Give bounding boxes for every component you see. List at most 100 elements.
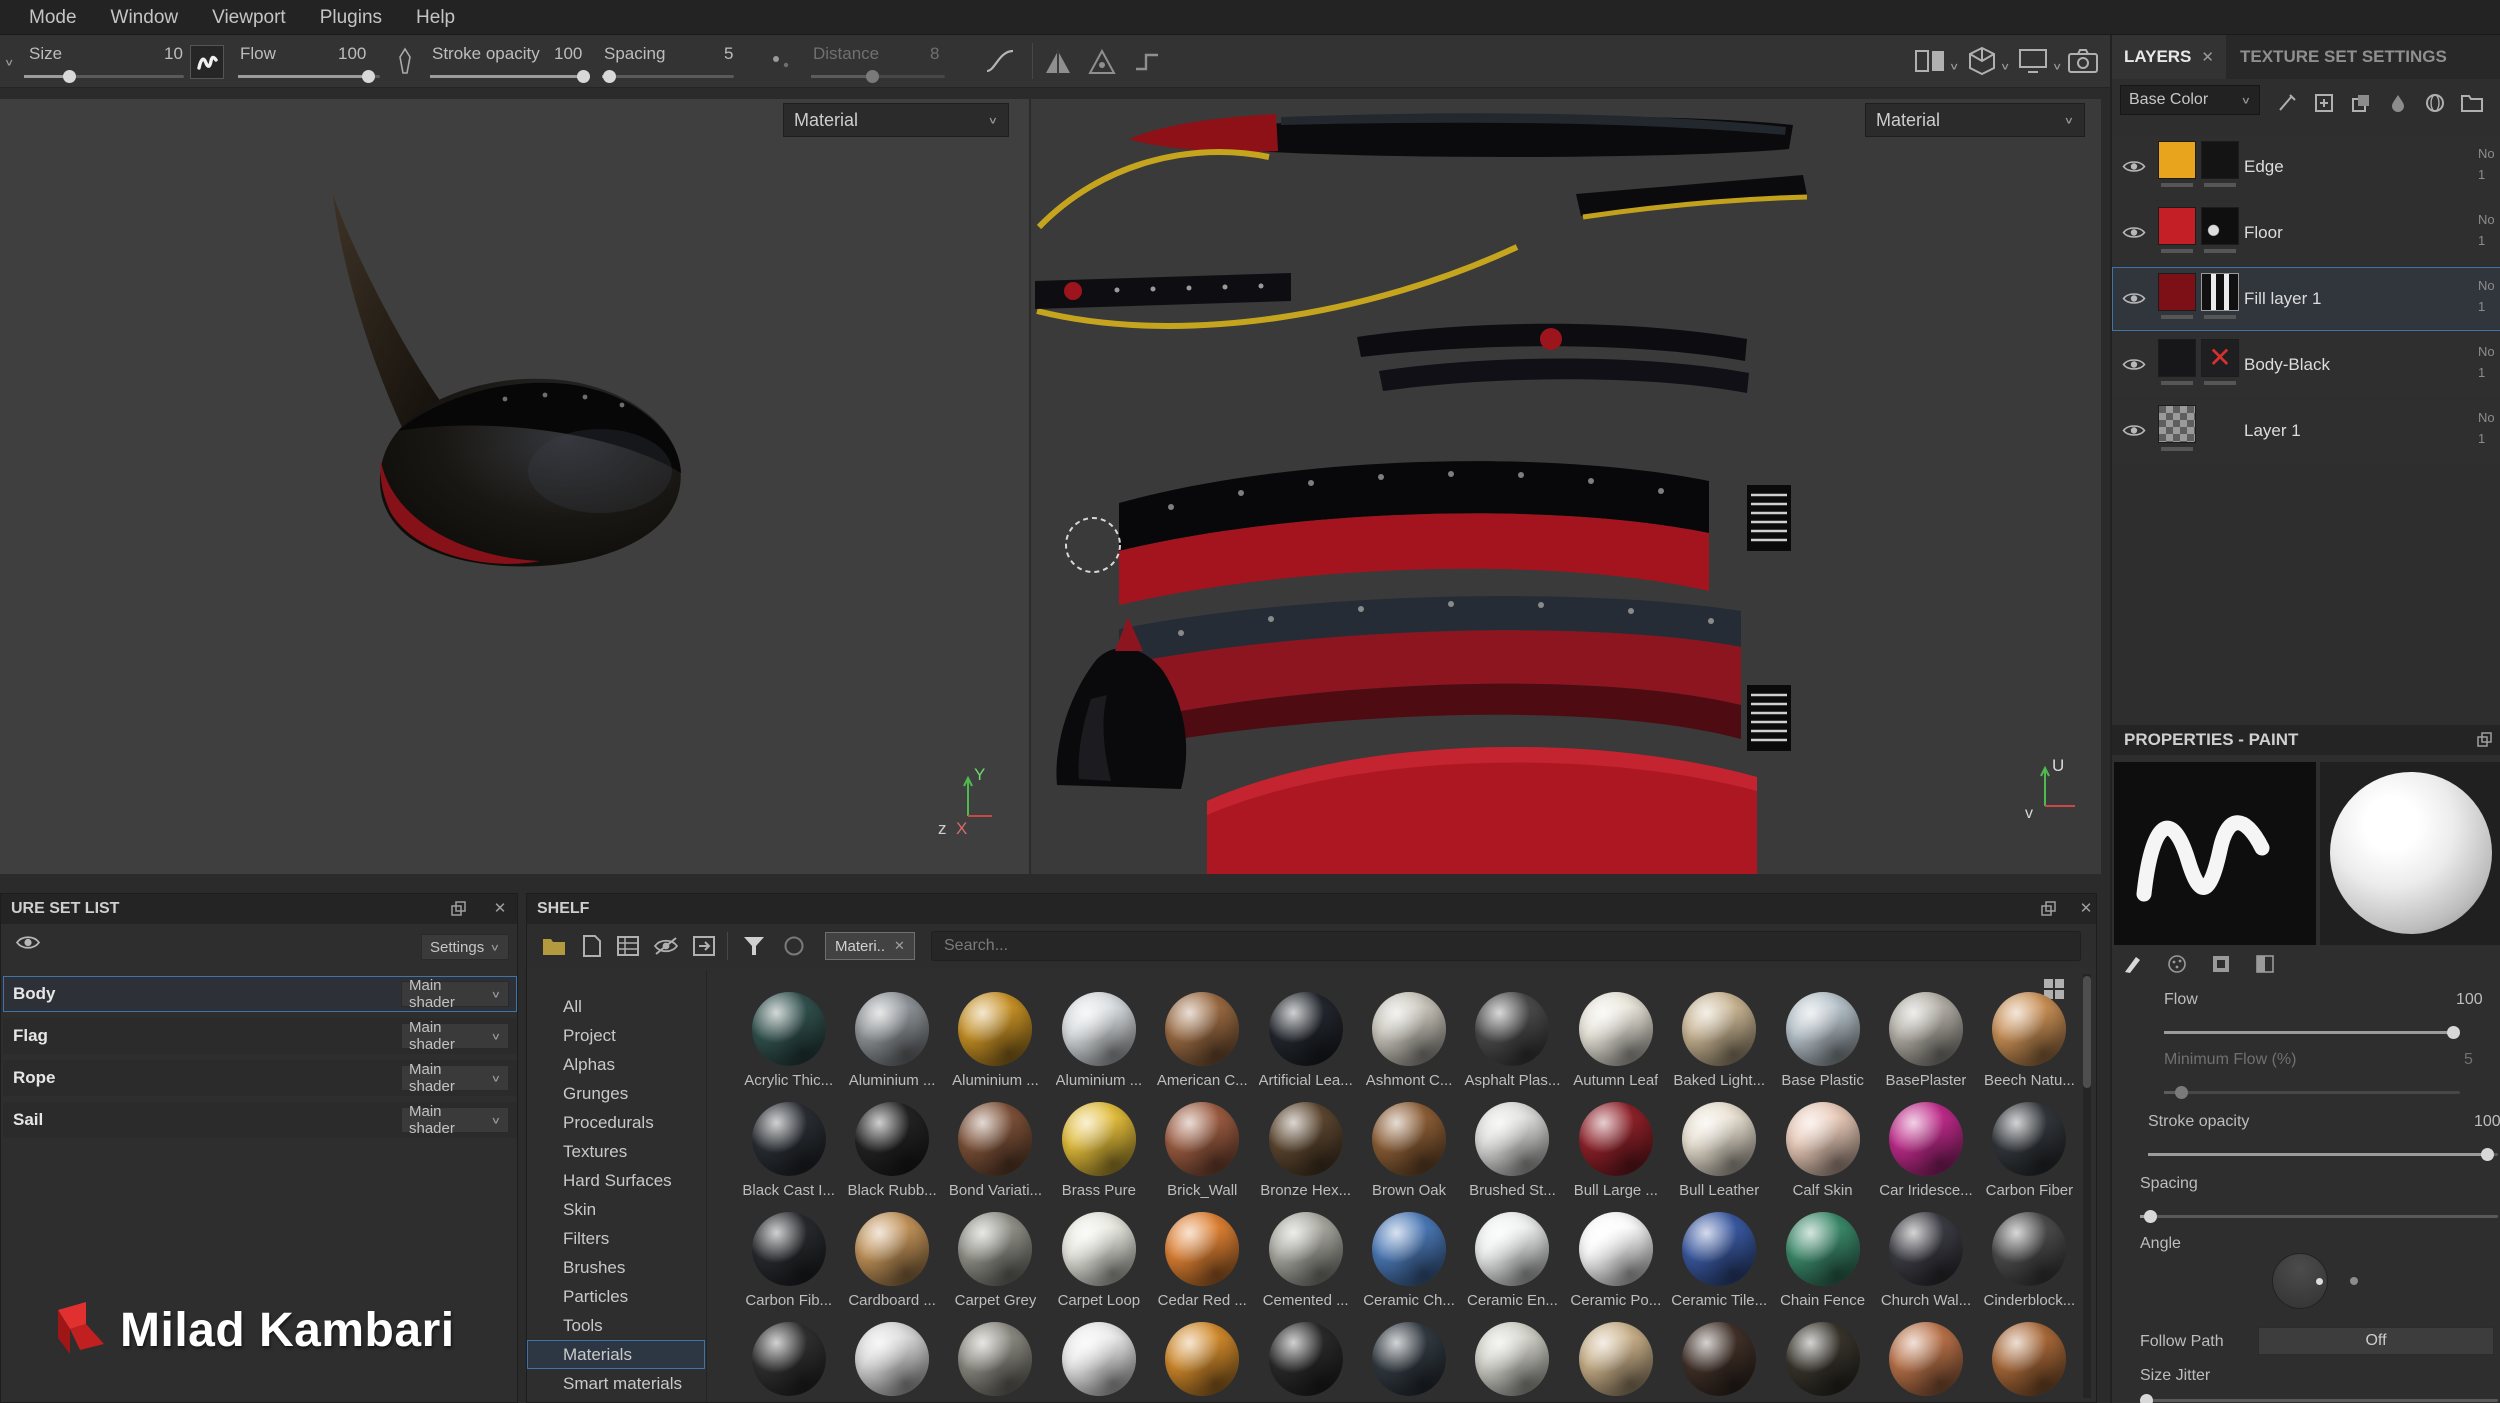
- menu-item-mode[interactable]: Mode: [12, 0, 94, 35]
- material-item[interactable]: Cinderblock...: [1978, 1212, 2081, 1322]
- stencil-tab-icon[interactable]: [2252, 953, 2278, 975]
- new-resource-icon[interactable]: [577, 932, 607, 960]
- layer-content-thumbnail[interactable]: [2158, 273, 2196, 311]
- filter-funnel-icon[interactable]: [739, 932, 769, 960]
- stroke-opacity-slider[interactable]: [430, 75, 590, 78]
- material-item[interactable]: Bull Large ...: [1564, 1102, 1667, 1212]
- material-item[interactable]: Ceramic Po...: [1564, 1212, 1667, 1322]
- import-resources-icon[interactable]: [689, 932, 719, 960]
- prop-size-jitter-slider[interactable]: [2140, 1399, 2498, 1402]
- add-effect-icon[interactable]: [2311, 92, 2337, 114]
- layer-visibility-eye-icon[interactable]: [2122, 423, 2146, 443]
- material-item[interactable]: Car Iridesce...: [1874, 1102, 1977, 1212]
- category-tools[interactable]: Tools: [527, 1311, 705, 1340]
- texture-set-row-body[interactable]: BodyMain shader∨: [3, 976, 517, 1012]
- material-item[interactable]: Brown Oak: [1357, 1102, 1460, 1212]
- hide-resources-icon[interactable]: [651, 932, 681, 960]
- view-3d-chevron-icon[interactable]: ∨: [2000, 61, 2010, 71]
- flow-slider[interactable]: [238, 75, 380, 78]
- tab-layers[interactable]: LAYERS ✕: [2112, 35, 2226, 79]
- layer-content-thumbnail[interactable]: [2158, 339, 2196, 377]
- material-item[interactable]: Chain Fence: [1771, 1212, 1874, 1322]
- shader-dropdown[interactable]: Main shader∨: [401, 981, 509, 1007]
- category-filters[interactable]: Filters: [527, 1224, 705, 1253]
- material-item[interactable]: [840, 1322, 943, 1403]
- split-view-chevron-icon[interactable]: ∨: [1949, 61, 1959, 71]
- pass-filter-icon[interactable]: [2274, 92, 2300, 114]
- category-procedurals[interactable]: Procedurals: [527, 1108, 705, 1137]
- layer-blend-mode[interactable]: No: [2478, 143, 2500, 164]
- material-item[interactable]: Bronze Hex...: [1254, 1102, 1357, 1212]
- category-smart-masks[interactable]: Smart masks: [527, 1398, 705, 1403]
- material-item[interactable]: Cedar Red ...: [1151, 1212, 1254, 1322]
- prop-spacing-slider[interactable]: [2140, 1215, 2498, 1218]
- material-item[interactable]: Carbon Fib...: [737, 1212, 840, 1322]
- material-item[interactable]: Carpet Grey: [944, 1212, 1047, 1322]
- material-item[interactable]: [944, 1322, 1047, 1403]
- material-item[interactable]: Brass Pure: [1047, 1102, 1150, 1212]
- material-item[interactable]: [1047, 1322, 1150, 1403]
- viewport-2d-shading-dropdown[interactable]: Material ∨: [1865, 103, 2085, 137]
- category-smart-materials[interactable]: Smart materials: [527, 1369, 705, 1398]
- category-grunges[interactable]: Grunges: [527, 1079, 705, 1108]
- material-item[interactable]: American C...: [1151, 992, 1254, 1102]
- add-fill-layer-icon[interactable]: [2385, 92, 2411, 114]
- particles-tab-icon[interactable]: [2164, 953, 2190, 975]
- material-item[interactable]: Bull Leather: [1668, 1102, 1771, 1212]
- color-filter-icon[interactable]: [779, 932, 809, 960]
- shader-dropdown[interactable]: Main shader∨: [401, 1107, 509, 1133]
- material-item[interactable]: [1771, 1322, 1874, 1403]
- layer-blend-mode[interactable]: No: [2478, 275, 2500, 296]
- distance-slider[interactable]: [811, 75, 945, 78]
- filter-tag-close-icon[interactable]: ✕: [894, 938, 905, 954]
- brush-settings-tab-icon[interactable]: [2120, 953, 2146, 975]
- active-filter-tag[interactable]: Materi.. ✕: [825, 932, 915, 960]
- layer-blend-mode[interactable]: No: [2478, 407, 2500, 428]
- material-item[interactable]: [737, 1322, 840, 1403]
- material-item[interactable]: Asphalt Plas...: [1461, 992, 1564, 1102]
- layer-content-thumbnail[interactable]: [2158, 141, 2196, 179]
- texture-set-row-sail[interactable]: SailMain shader∨: [3, 1102, 517, 1138]
- open-folder-icon[interactable]: [539, 932, 569, 960]
- split-view-icon[interactable]: [1915, 48, 1945, 79]
- search-input[interactable]: [931, 931, 2081, 961]
- material-item[interactable]: [1564, 1322, 1667, 1403]
- tab-texture-set-settings[interactable]: TEXTURE SET SETTINGS: [2240, 35, 2447, 79]
- layer-opacity[interactable]: 1: [2478, 296, 2500, 317]
- prop-flow-slider[interactable]: [2164, 1031, 2460, 1034]
- category-alphas[interactable]: Alphas: [527, 1050, 705, 1079]
- material-item[interactable]: Black Cast I...: [737, 1102, 840, 1212]
- display-settings-icon[interactable]: [2018, 48, 2048, 79]
- layer-row-body-black[interactable]: ✕Body-BlackNo1: [2112, 333, 2500, 397]
- material-item[interactable]: Aluminium ...: [1047, 992, 1150, 1102]
- falloff-curve-icon[interactable]: [985, 47, 1015, 80]
- layer-row-edge[interactable]: EdgeNo1: [2112, 135, 2500, 199]
- follow-path-toggle[interactable]: Off: [2258, 1327, 2494, 1355]
- material-item[interactable]: Brushed St...: [1461, 1102, 1564, 1212]
- radial-symmetry-icon[interactable]: [1088, 49, 1116, 80]
- add-folder-icon[interactable]: [2459, 92, 2485, 114]
- layer-content-thumbnail[interactable]: [2158, 405, 2196, 443]
- angle-dial-handle[interactable]: [2316, 1278, 2323, 1285]
- view-3d-cube-icon[interactable]: [1968, 46, 1996, 81]
- menu-item-plugins[interactable]: Plugins: [303, 0, 399, 35]
- texture-set-settings-dropdown[interactable]: Settings ∨: [421, 934, 509, 960]
- material-item[interactable]: Autumn Leaf: [1564, 992, 1667, 1102]
- angle-snap-dot[interactable]: [2350, 1277, 2358, 1285]
- brush-stroke-preview[interactable]: [2114, 762, 2316, 945]
- material-item[interactable]: Ceramic En...: [1461, 1212, 1564, 1322]
- symmetry-icon[interactable]: [1044, 49, 1072, 80]
- material-item[interactable]: Aluminium ...: [840, 992, 943, 1102]
- toolbar-collapse-chevron-icon[interactable]: ∨: [4, 57, 14, 67]
- size-slider[interactable]: [24, 75, 184, 78]
- resource-list-icon[interactable]: [613, 932, 643, 960]
- material-item[interactable]: Aluminium ...: [944, 992, 1047, 1102]
- layer-blend-mode[interactable]: No: [2478, 341, 2500, 362]
- texture-set-row-rope[interactable]: RopeMain shader∨: [3, 1060, 517, 1096]
- layer-visibility-eye-icon[interactable]: [2122, 225, 2146, 245]
- viewport-2d[interactable]: Material ∨ U v: [1031, 99, 2101, 874]
- pressure-pen-icon[interactable]: [394, 47, 416, 82]
- material-item[interactable]: [1874, 1322, 1977, 1403]
- material-item[interactable]: Artificial Lea...: [1254, 992, 1357, 1102]
- material-item[interactable]: Carbon Fiber: [1978, 1102, 2081, 1212]
